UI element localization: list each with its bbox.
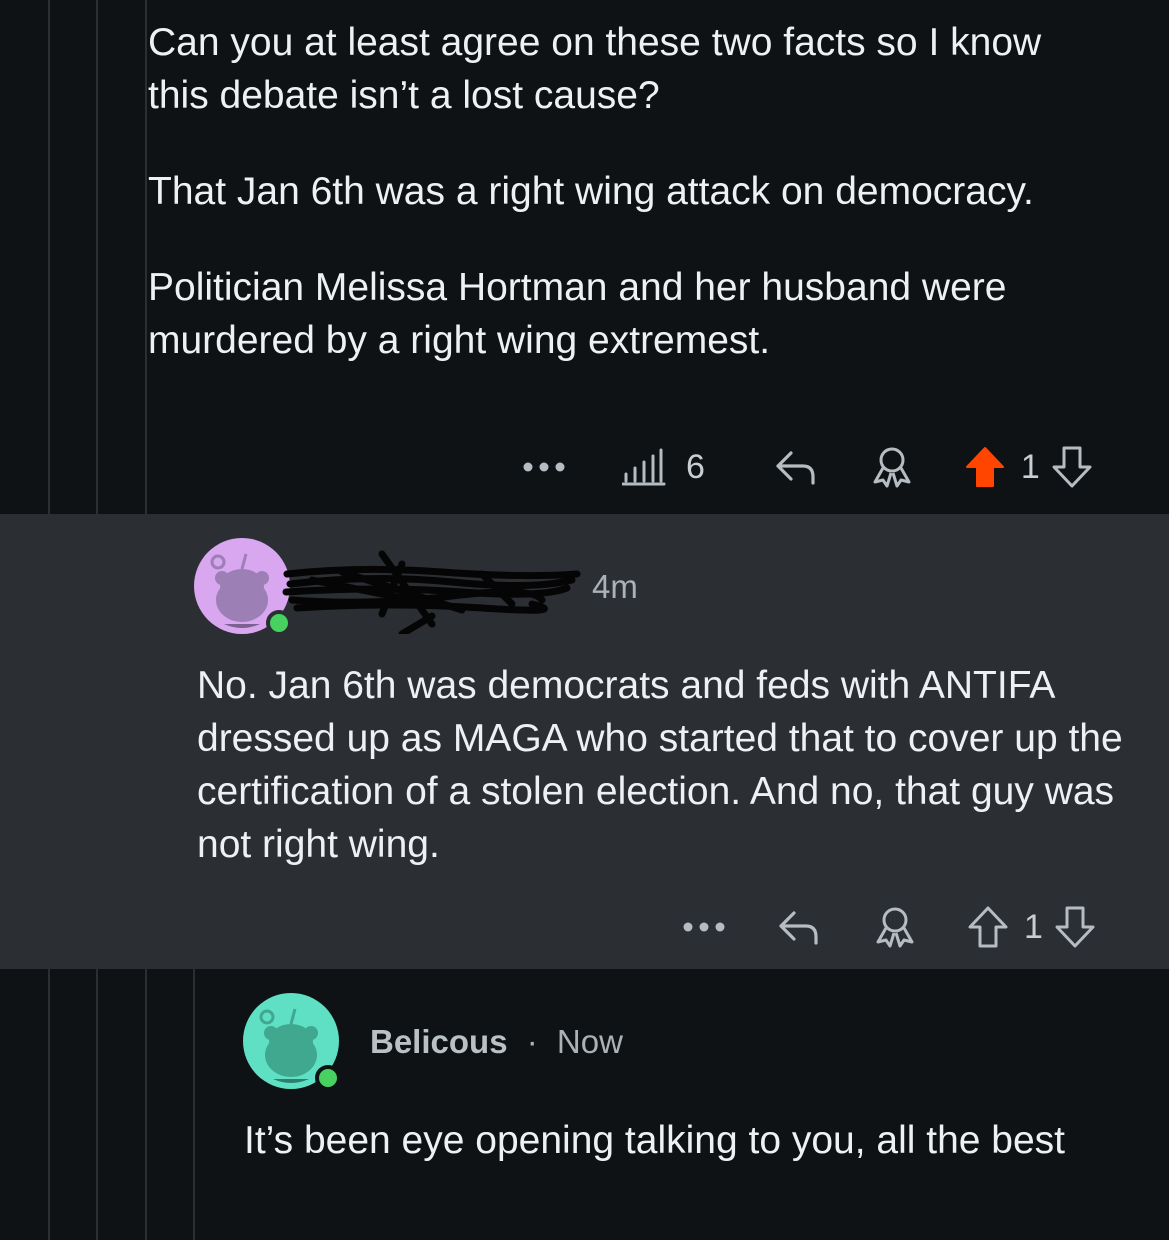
comment-time: 4m — [592, 568, 638, 605]
comment-body: It’s been eye opening talking to you, al… — [244, 1119, 1066, 1162]
comment-meta: 4m — [592, 568, 638, 606]
views-button[interactable]: 6 — [622, 448, 705, 487]
avatar[interactable] — [194, 538, 292, 636]
comment-paragraph: That Jan 6th was a right wing attack on … — [148, 170, 1034, 213]
comment-body: No. Jan 6th was democrats and feds with … — [197, 664, 1123, 866]
vote-count: 1 — [1024, 907, 1043, 946]
comment-actions: 6 1 — [522, 442, 1092, 492]
comment-parent: Can you at least agree on these two fact… — [0, 0, 1169, 514]
reply-icon[interactable] — [773, 447, 817, 487]
more-icon[interactable] — [682, 921, 726, 933]
downvote-icon[interactable] — [1052, 446, 1092, 488]
upvote-icon[interactable] — [968, 906, 1008, 948]
award-icon[interactable] — [869, 445, 915, 489]
comment-body: Can you at least agree on these two fact… — [148, 16, 1108, 410]
redacted-username-scribble — [282, 544, 582, 639]
comment-actions: 1 — [682, 902, 1095, 952]
upvote-button[interactable] — [965, 446, 1005, 488]
comment-paragraph: Politician Melissa Hortman and her husba… — [148, 266, 1007, 362]
downvote-icon[interactable] — [1055, 906, 1095, 948]
reply-icon[interactable] — [776, 907, 820, 947]
comment-reply: Belicous · Now It’s been eye opening tal… — [0, 969, 1169, 1240]
meta-separator: · — [526, 1023, 538, 1060]
comment-meta: Belicous · Now — [370, 1023, 623, 1061]
thread-line — [145, 0, 147, 1240]
more-icon[interactable] — [522, 461, 566, 473]
views-icon — [622, 448, 666, 486]
comment-reply-highlighted: 4m No. Jan 6th was democrats and feds wi… — [0, 514, 1169, 969]
comment-paragraph: Can you at least agree on these two fact… — [148, 21, 1042, 117]
online-status-dot — [315, 1065, 341, 1091]
comment-author[interactable]: Belicous — [370, 1023, 508, 1060]
vote-count: 1 — [1020, 447, 1040, 486]
views-count: 6 — [686, 447, 705, 486]
avatar[interactable] — [243, 993, 341, 1091]
upvote-icon — [965, 446, 1005, 488]
comment-time: Now — [556, 1023, 623, 1060]
award-icon[interactable] — [872, 905, 918, 949]
